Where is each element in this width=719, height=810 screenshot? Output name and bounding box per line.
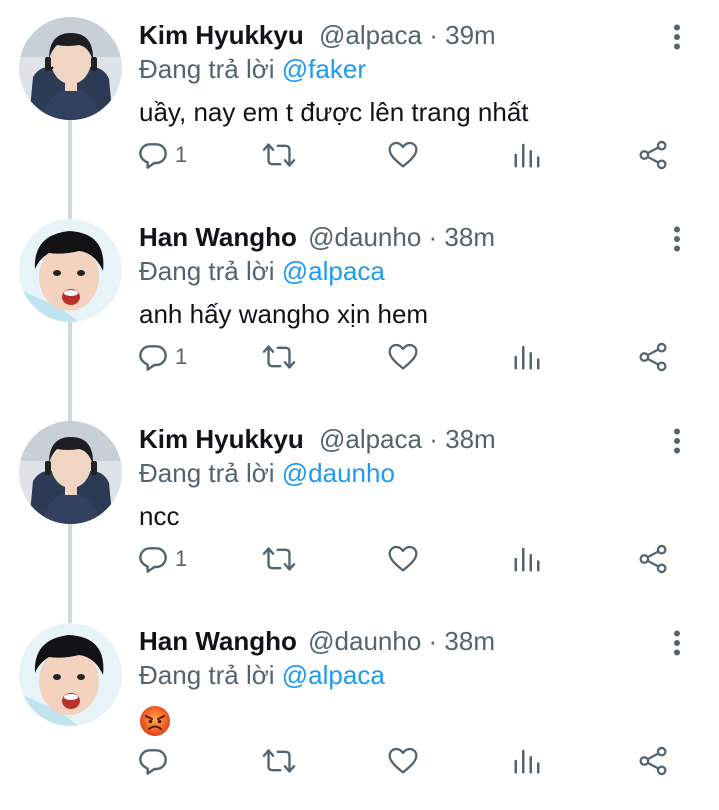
- reply-button[interactable]: 1: [137, 539, 187, 579]
- reply-count: 1: [175, 142, 188, 167]
- like-button[interactable]: [386, 539, 420, 579]
- author-handle[interactable]: @daunho: [308, 626, 421, 656]
- stats-button[interactable]: [512, 135, 542, 175]
- heart-icon: [386, 745, 420, 777]
- author-name[interactable]: Han Wangho: [139, 626, 297, 656]
- tweet-header: Kim Hyukkyu @alpaca · 39m: [139, 18, 659, 52]
- author-name[interactable]: Kim Hyukkyu: [139, 20, 304, 50]
- action-bar: 1: [0, 337, 719, 377]
- retweet-icon: [262, 543, 296, 575]
- tweet-header: Han Wangho @daunho · 38m: [139, 220, 659, 254]
- stats-button[interactable]: [512, 539, 542, 579]
- reply-icon: [137, 341, 169, 373]
- separator: ·: [428, 222, 445, 252]
- reply-icon: [137, 139, 169, 171]
- reply-mention-link[interactable]: @daunho: [282, 458, 395, 488]
- reply-icon: [137, 745, 169, 777]
- replying-to: Đang trả lời @daunho: [139, 456, 395, 490]
- retweet-icon: [262, 139, 296, 171]
- like-button[interactable]: [386, 741, 420, 781]
- heart-icon: [386, 139, 420, 171]
- timestamp[interactable]: 39m: [445, 20, 496, 50]
- tweet[interactable]: Kim Hyukkyu @alpaca · 38m Đang trả lời @…: [0, 404, 719, 606]
- share-icon: [637, 543, 669, 575]
- avatar-han-wangho[interactable]: [19, 219, 122, 322]
- retweet-icon: [262, 341, 296, 373]
- more-vertical-icon[interactable]: [660, 222, 694, 256]
- retweet-button[interactable]: [262, 539, 296, 579]
- author-name[interactable]: Kim Hyukkyu: [139, 424, 304, 454]
- author-handle[interactable]: @daunho: [308, 222, 421, 252]
- share-button[interactable]: [637, 135, 669, 175]
- retweet-icon: [262, 745, 296, 777]
- separator: ·: [428, 626, 445, 656]
- avatar-han-wangho[interactable]: [19, 623, 122, 726]
- tweet-header: Kim Hyukkyu @alpaca · 38m: [139, 422, 659, 456]
- replying-to-label: Đang trả lời: [139, 256, 282, 286]
- retweet-button[interactable]: [262, 337, 296, 377]
- reply-count: 1: [175, 546, 188, 571]
- tweet[interactable]: Kim Hyukkyu @alpaca · 39m Đang trả lời @…: [0, 0, 719, 202]
- timestamp[interactable]: 38m: [444, 222, 495, 252]
- timestamp[interactable]: 38m: [444, 626, 495, 656]
- angry-face-emoji: [139, 705, 171, 737]
- more-vertical-icon[interactable]: [660, 626, 694, 660]
- heart-icon: [386, 543, 420, 575]
- separator: ·: [429, 20, 446, 50]
- replying-to-label: Đang trả lời: [139, 458, 282, 488]
- action-bar: [0, 741, 719, 781]
- tweet-text: ncc: [139, 501, 180, 531]
- share-icon: [637, 341, 669, 373]
- share-icon: [637, 745, 669, 777]
- stats-button[interactable]: [512, 741, 542, 781]
- action-bar: 1: [0, 135, 719, 175]
- like-button[interactable]: [386, 337, 420, 377]
- stats-button[interactable]: [512, 337, 542, 377]
- action-bar: 1: [0, 539, 719, 579]
- retweet-button[interactable]: [262, 741, 296, 781]
- stats-icon: [512, 543, 542, 575]
- stats-icon: [512, 745, 542, 777]
- reply-icon: [137, 543, 169, 575]
- reply-mention-link[interactable]: @alpaca: [282, 256, 385, 286]
- more-vertical-icon[interactable]: [660, 20, 694, 54]
- author-handle[interactable]: @alpaca: [319, 20, 422, 50]
- tweet-header: Han Wangho @daunho · 38m: [139, 624, 659, 658]
- author-handle[interactable]: @alpaca: [319, 424, 422, 454]
- stats-icon: [512, 341, 542, 373]
- replying-to: Đang trả lời @alpaca: [139, 254, 385, 288]
- tweet-text: anh hấy wangho xịn hem: [139, 299, 429, 329]
- reply-button[interactable]: 1: [137, 135, 187, 175]
- replying-to: Đang trả lời @faker: [139, 52, 366, 86]
- tweet-text: uầy, nay em t được lên trang nhất: [139, 97, 529, 127]
- stats-icon: [512, 139, 542, 171]
- like-button[interactable]: [386, 135, 420, 175]
- timestamp[interactable]: 38m: [445, 424, 496, 454]
- replying-to-label: Đang trả lời: [139, 54, 282, 84]
- reply-mention-link[interactable]: @faker: [282, 54, 366, 84]
- share-button[interactable]: [637, 539, 669, 579]
- reply-button[interactable]: 1: [137, 337, 187, 377]
- tweet[interactable]: Han Wangho @daunho · 38m Đang trả lời @a…: [0, 202, 719, 404]
- share-button[interactable]: [637, 741, 669, 781]
- more-vertical-icon[interactable]: [660, 424, 694, 458]
- avatar-kim-hyukkyu[interactable]: [19, 17, 122, 120]
- author-name[interactable]: Han Wangho: [139, 222, 297, 252]
- separator: ·: [429, 424, 446, 454]
- heart-icon: [386, 341, 420, 373]
- reply-button[interactable]: [137, 741, 175, 781]
- retweet-button[interactable]: [262, 135, 296, 175]
- avatar-kim-hyukkyu[interactable]: [19, 421, 122, 524]
- share-button[interactable]: [637, 337, 669, 377]
- reply-mention-link[interactable]: @alpaca: [282, 660, 385, 690]
- reply-count: 1: [175, 344, 188, 369]
- tweet[interactable]: Han Wangho @daunho · 38m Đang trả lời @a…: [0, 606, 719, 808]
- share-icon: [637, 139, 669, 171]
- tweet-text: [139, 702, 171, 737]
- replying-to: Đang trả lời @alpaca: [139, 658, 385, 692]
- replying-to-label: Đang trả lời: [139, 660, 282, 690]
